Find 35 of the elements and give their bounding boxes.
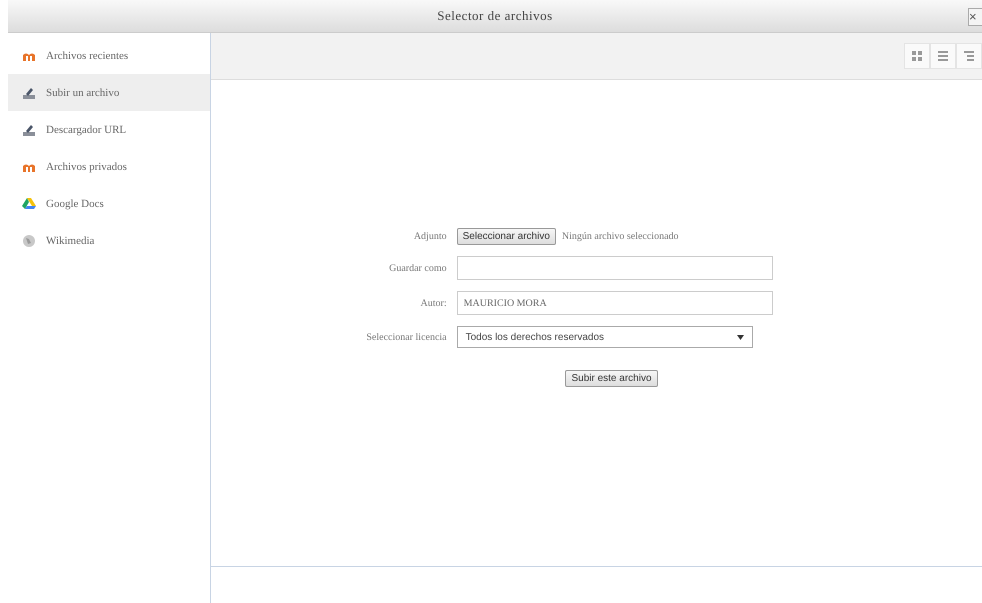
window-title: Selector de archivos [437, 8, 553, 24]
author-field[interactable]: MAURICIO MORA [456, 291, 773, 315]
sidebar-item[interactable]: Wikimedia [8, 222, 210, 259]
sidebar-label: Google Docs [46, 198, 104, 210]
close-button[interactable]: × [968, 8, 982, 26]
license-select[interactable]: Todos los derechos reservados [456, 326, 753, 348]
field-label: Adjunto [412, 231, 447, 242]
view-button[interactable] [956, 43, 982, 69]
upload-button[interactable]: Subir este archivo [565, 370, 658, 387]
dropdown-caret-icon [736, 334, 744, 340]
view-button[interactable] [930, 43, 956, 69]
choose-file-button[interactable]: Seleccionar archivo [456, 228, 556, 245]
sidebar-label: Archivos privados [46, 160, 127, 172]
upload-icon [22, 86, 36, 100]
file-status: Ningún archivo seleccionado [562, 231, 679, 242]
drive-icon [22, 197, 36, 210]
sidebar-item[interactable]: Google Docs [8, 185, 210, 222]
view-button[interactable] [904, 43, 930, 69]
save-as-field[interactable] [456, 256, 773, 280]
grid-icon [911, 50, 923, 62]
sidebar-label: Descargador URL [46, 124, 126, 136]
sidebar-item[interactable]: Descargador URL [8, 111, 210, 148]
sidebar-label: Archivos recientes [46, 50, 128, 62]
field-label: Seleccionar licencia [366, 332, 447, 342]
sidebar-label: Subir un archivo [46, 86, 120, 98]
field-label: Autor: [420, 298, 447, 308]
sidebar-item[interactable]: Subir un archivo [8, 74, 210, 111]
sidebar-item[interactable]: Archivos privados [8, 148, 210, 185]
globe-icon [22, 234, 36, 248]
tree-icon [963, 50, 975, 62]
field-label: Guardar como [388, 262, 447, 274]
list-icon [937, 50, 949, 62]
upload-icon [22, 122, 36, 136]
sidebar-item[interactable]: Archivos recientes [8, 37, 210, 74]
sidebar-label: Wikimedia [46, 234, 94, 246]
